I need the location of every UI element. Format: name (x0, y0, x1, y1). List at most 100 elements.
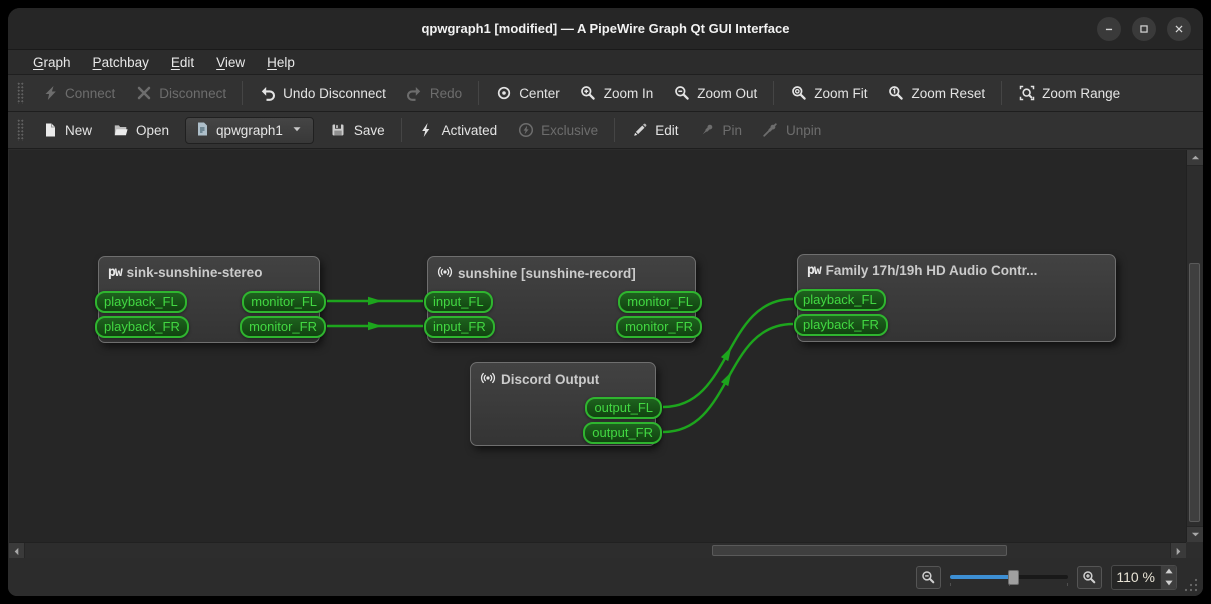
port-monitor_FL[interactable]: monitor_FL (618, 291, 702, 313)
window-title: qpwgraph1 [modified] — A PipeWire Graph … (421, 21, 790, 36)
resize-grip-icon[interactable] (1183, 577, 1198, 592)
zoom-in-icon (1083, 570, 1096, 583)
toolbar-separator (773, 81, 775, 105)
zoom-out-button[interactable] (916, 565, 941, 589)
redo-icon (406, 85, 423, 102)
port-monitor_FR[interactable]: monitor_FR (240, 316, 326, 338)
graph-view: pw sink-sunshine-stereo playback_FL playbac… (8, 149, 1203, 559)
patchbay-file-icon (194, 121, 210, 140)
connect-label: Connect (65, 85, 116, 101)
vertical-scrollbar[interactable] (1186, 150, 1203, 542)
toolbar-separator (614, 118, 616, 142)
activated-button[interactable]: Activated (408, 116, 508, 145)
zoom-fit-button[interactable]: Zoom Fit (780, 79, 877, 108)
port-playback_FR[interactable]: playback_FR (95, 316, 189, 338)
node-sink-sunshine-stereo[interactable]: pw sink-sunshine-stereo playback_FL playbac… (95, 256, 326, 343)
open-button[interactable]: Open (102, 116, 179, 145)
folder-open-icon (112, 122, 129, 139)
unpin-button: Unpin (752, 116, 831, 145)
activated-label: Activated (441, 122, 498, 138)
spin-up-button[interactable] (1161, 566, 1176, 578)
zoom-fit-label: Zoom Fit (814, 85, 868, 101)
pin-label: Pin (722, 122, 742, 138)
graph-canvas[interactable]: pw sink-sunshine-stereo playback_FL playbac… (9, 150, 1186, 542)
pencil-icon (631, 122, 648, 139)
disconnect-label: Disconnect (159, 85, 227, 101)
port-monitor_FL[interactable]: monitor_FL (242, 291, 326, 313)
toolbar-separator (242, 81, 244, 105)
connect-button: Connect (31, 79, 125, 108)
connection-arrow-icon (368, 321, 382, 331)
port-output_FL[interactable]: output_FL (585, 397, 662, 419)
close-button[interactable] (1167, 17, 1191, 41)
exclusive-button: Exclusive (507, 116, 608, 145)
scroll-right-button[interactable] (1170, 543, 1186, 559)
pw-icon: pw (807, 263, 822, 278)
maximize-icon (1140, 25, 1148, 33)
port-input_FR[interactable]: input_FR (424, 316, 495, 338)
port-monitor_FR[interactable]: monitor_FR (616, 316, 702, 338)
connection-arrow-icon (368, 296, 382, 306)
port-playback_FL[interactable]: playback_FL (794, 289, 886, 311)
scroll-left-icon (14, 547, 19, 555)
maximize-button[interactable] (1132, 17, 1156, 41)
node-discord-output[interactable]: Discord Output output_FL output_FR (470, 362, 662, 446)
unpin-label: Unpin (785, 122, 822, 138)
zoom-range-label: Zoom Range (1042, 85, 1121, 101)
horizontal-scrollbar[interactable] (9, 542, 1186, 559)
scroll-up-icon (1191, 155, 1199, 160)
zoom-in-button[interactable] (1077, 565, 1102, 589)
slider-fill (950, 575, 1013, 579)
node-sunshine[interactable]: sunshine [sunshine-record] input_FL input_… (424, 256, 702, 343)
scroll-left-button[interactable] (9, 543, 25, 559)
toolbar-graph: Connect Disconnect Undo Disconnect Redo Cent… (8, 75, 1203, 112)
save-button[interactable]: Save (320, 116, 395, 145)
hscroll-thumb[interactable] (712, 545, 1008, 556)
titlebar[interactable]: qpwgraph1 [modified] — A PipeWire Graph … (8, 8, 1203, 50)
menubar: Graph Patchbay Edit View Help (8, 50, 1203, 75)
vscroll-thumb[interactable] (1189, 263, 1200, 523)
zoom-range-button[interactable]: Zoom Range (1008, 79, 1130, 108)
zoom-in-button[interactable]: Zoom In (570, 79, 664, 108)
statusbar: 110 % (8, 558, 1203, 596)
menu-graph[interactable]: Graph (22, 53, 82, 72)
floppy-icon (330, 122, 347, 139)
port-input_FL[interactable]: input_FL (424, 291, 493, 313)
zoom-slider[interactable] (950, 567, 1068, 587)
minimize-button[interactable] (1097, 17, 1121, 41)
menu-patchbay[interactable]: Patchbay (82, 53, 160, 72)
new-button[interactable]: New (31, 116, 102, 145)
broadcast-icon (437, 264, 453, 283)
toolbar-drag-handle[interactable] (17, 82, 24, 104)
toolbar-separator (478, 81, 480, 105)
port-playback_FR[interactable]: playback_FR (794, 314, 888, 336)
center-button[interactable]: Center (485, 79, 570, 108)
menu-edit[interactable]: Edit (160, 53, 205, 72)
zoom-spin-buttons (1160, 565, 1176, 589)
zoom-reset-button[interactable]: Zoom Reset (878, 79, 996, 108)
slider-handle[interactable] (1007, 570, 1019, 585)
node-family-hd-audio[interactable]: pw Family 17h/19h HD Audio Contr... playba… (794, 254, 1116, 342)
menu-view[interactable]: View (205, 53, 256, 72)
broadcast-icon (480, 370, 496, 389)
toolbar-drag-handle[interactable] (17, 119, 24, 141)
edit-button[interactable]: Edit (621, 116, 688, 145)
scroll-right-icon (1176, 547, 1181, 555)
patchbay-select[interactable]: qpwgraph1 (185, 116, 314, 144)
spin-down-button[interactable] (1161, 577, 1176, 589)
zoom-value[interactable]: 110 % (1112, 569, 1160, 585)
zoom-spinbox[interactable]: 110 % (1111, 564, 1177, 590)
zoom-fit-icon (790, 85, 807, 102)
port-playback_FL[interactable]: playback_FL (95, 291, 187, 313)
redo-button: Redo (396, 79, 472, 108)
zoom-in-icon (580, 85, 597, 102)
zoom-out-button[interactable]: Zoom Out (663, 79, 767, 108)
spin-down-icon (1164, 580, 1173, 586)
pin-icon (698, 122, 715, 139)
port-output_FR[interactable]: output_FR (583, 422, 662, 444)
menu-help[interactable]: Help (256, 53, 306, 72)
desktop-background: qpwgraph1 [modified] — A PipeWire Graph … (0, 0, 1211, 604)
scroll-up-button[interactable] (1187, 150, 1203, 166)
undo-button[interactable]: Undo Disconnect (249, 79, 396, 108)
scroll-down-button[interactable] (1187, 526, 1203, 542)
